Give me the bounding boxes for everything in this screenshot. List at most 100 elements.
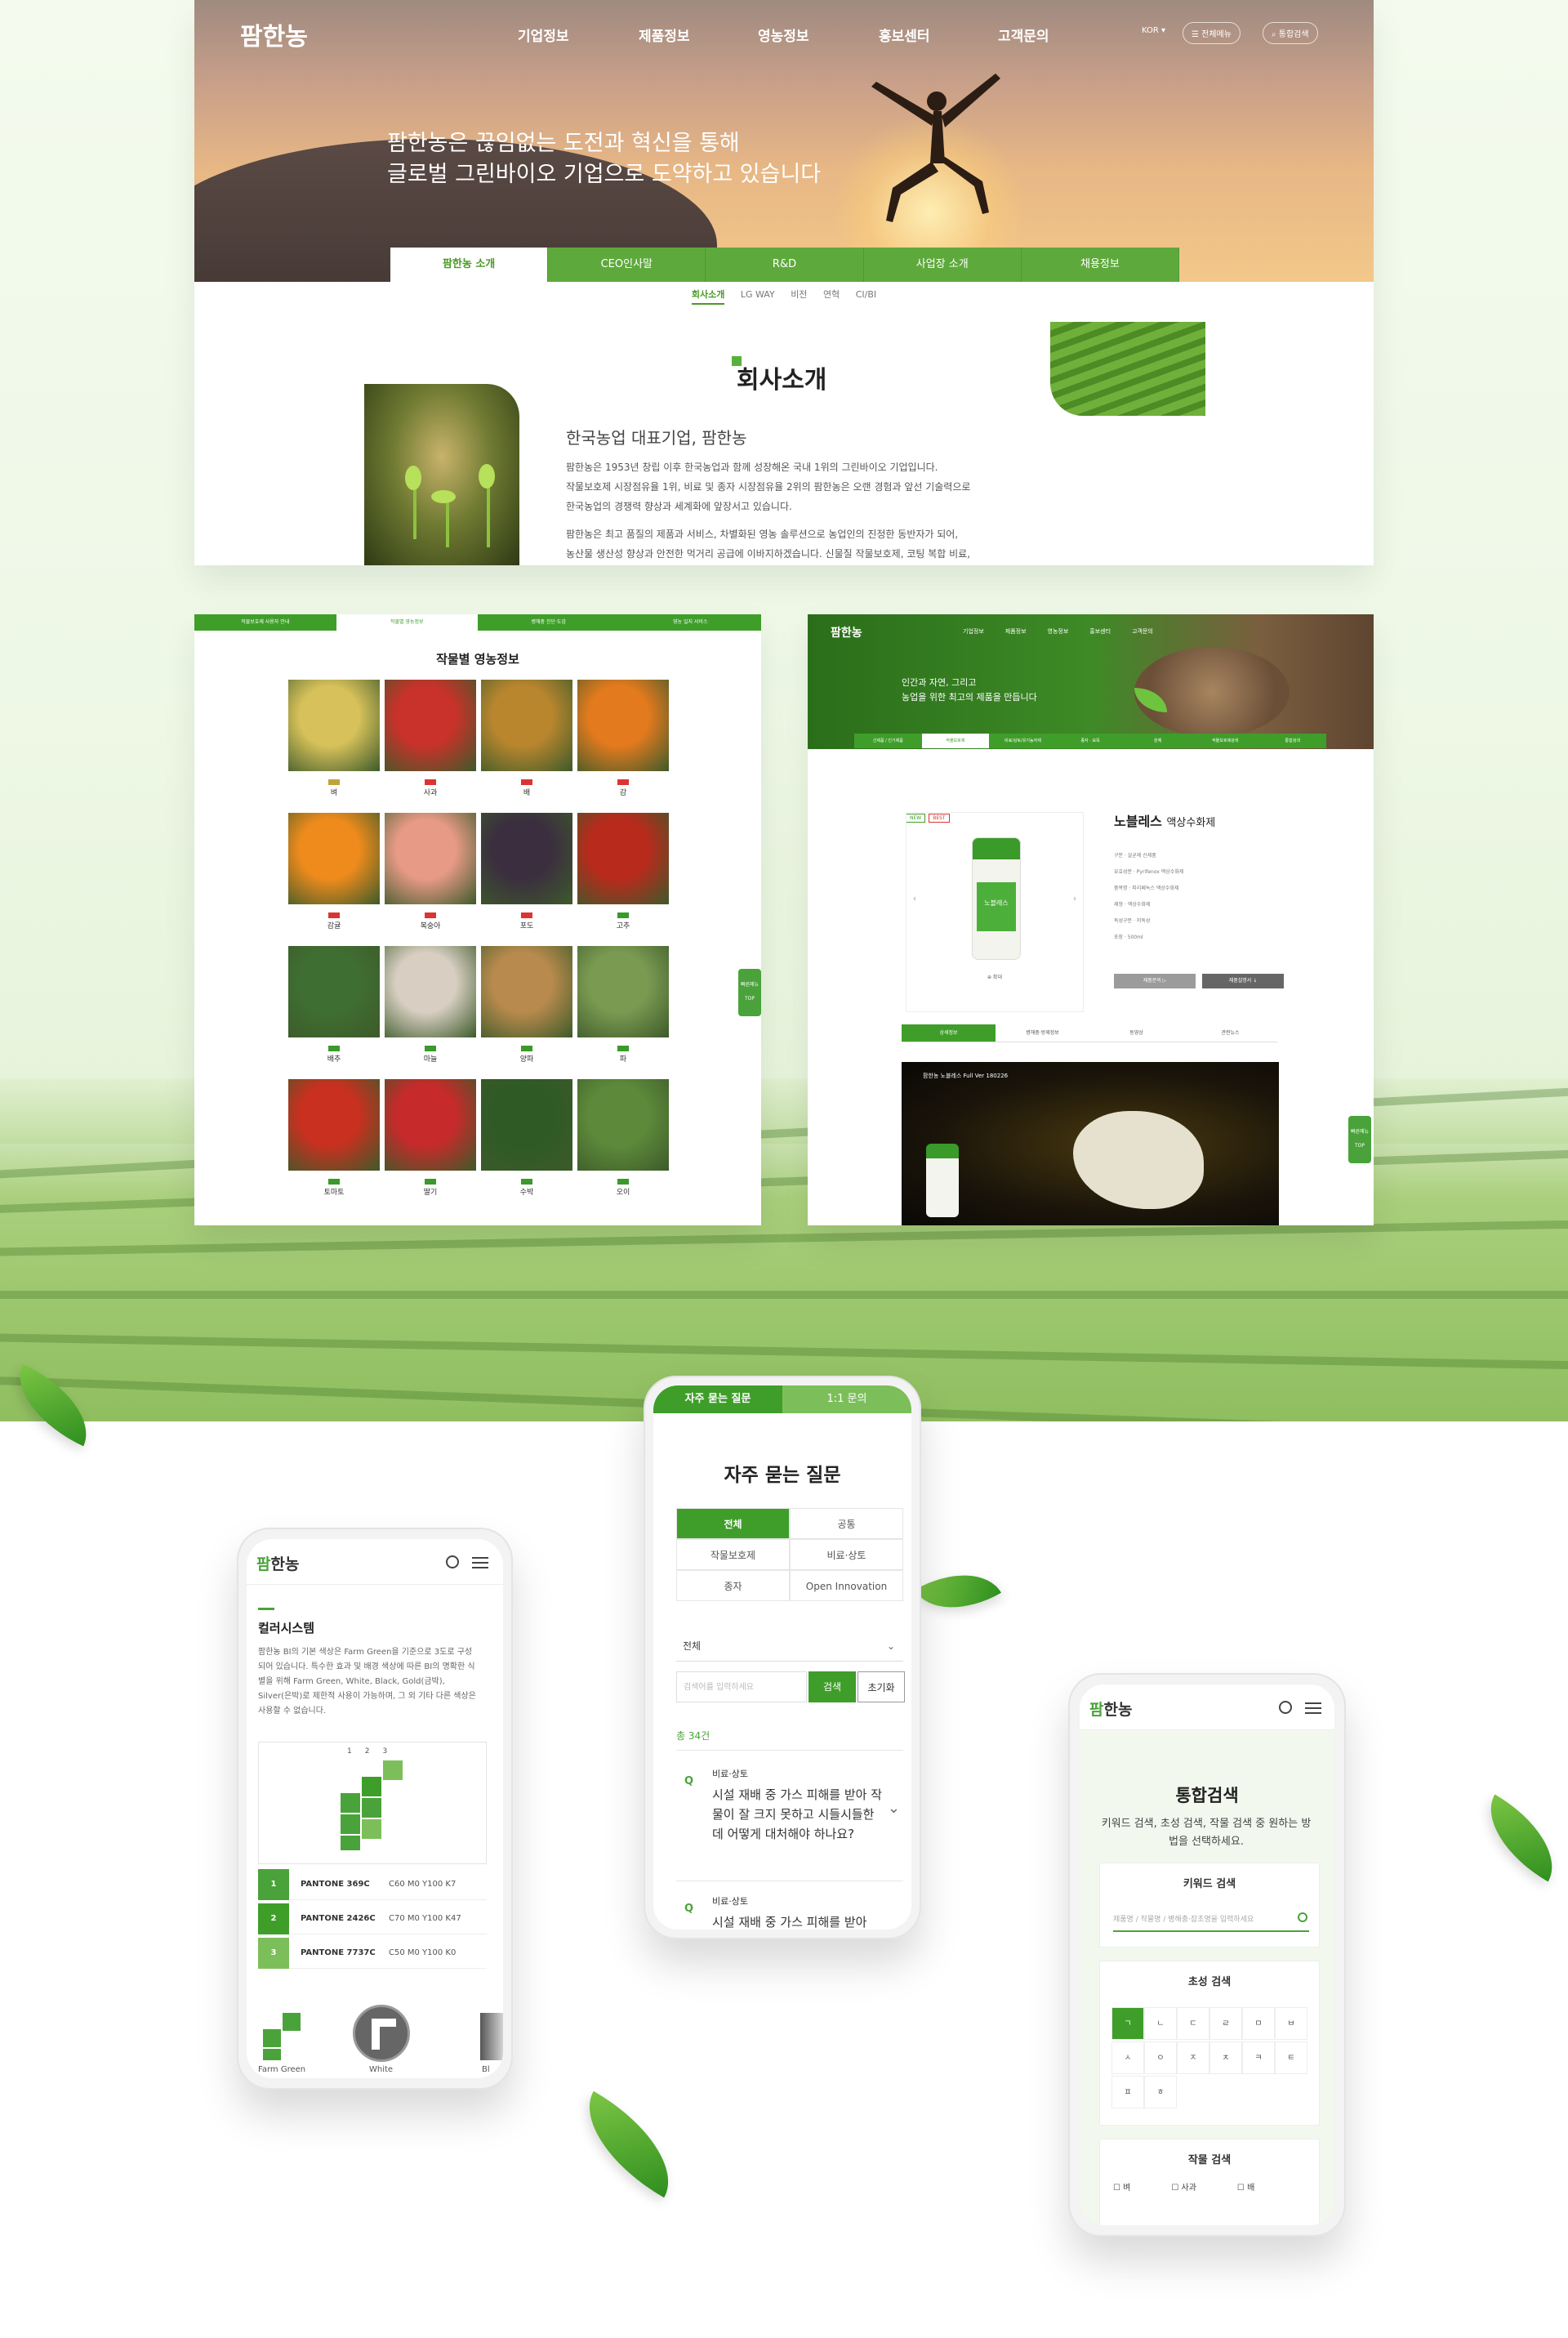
crop-item[interactable]: 감귤 (288, 813, 380, 930)
global-search-button[interactable]: ⌕ 통합검색 (1263, 22, 1318, 44)
nav-item-company[interactable]: 기업정보 (963, 627, 984, 636)
tab-seeds[interactable]: 종자 · 묘목 (1057, 734, 1125, 748)
category-open-innovation[interactable]: Open Innovation (790, 1570, 903, 1601)
initial-key[interactable]: ㅎ (1144, 2076, 1177, 2108)
tab-pest-diagnosis[interactable]: 병해충 진단·도감 (478, 614, 620, 631)
language-select[interactable]: KOR ▾ (1134, 22, 1174, 39)
nav-item-company[interactable]: 기업정보 (518, 25, 569, 45)
tab-pest-control[interactable]: 병해충·방제정보 (996, 1024, 1089, 1042)
crop-item[interactable]: 양파 (481, 946, 572, 1064)
crop-item[interactable]: 포도 (481, 813, 572, 930)
nav-item-farming[interactable]: 영농정보 (1048, 627, 1069, 636)
crop-item[interactable]: 수박 (481, 1079, 572, 1197)
tab-crop-protection[interactable]: 작물보호제 (921, 734, 990, 748)
tab-rnd[interactable]: R&D (706, 248, 864, 282)
crop-item[interactable]: 고추 (577, 813, 669, 930)
subnav-lgway[interactable]: LG WAY (741, 289, 775, 300)
tab-faq[interactable]: 자주 묻는 질문 (653, 1385, 782, 1413)
initial-key[interactable]: ㄷ (1177, 2007, 1209, 2040)
chevron-down-icon[interactable]: ⌄ (888, 1800, 900, 1817)
initial-key[interactable]: ㅁ (1242, 2007, 1275, 2040)
crop-item[interactable]: 벼 (288, 680, 380, 797)
tab-protection-search[interactable]: 작물보호제검색 (1192, 734, 1259, 748)
search-icon[interactable] (1279, 1701, 1292, 1714)
tab-crop-info[interactable]: 작물별 영농정보 (336, 614, 478, 631)
tab-farm-diary[interactable]: 영농 일지 서비스 (620, 614, 762, 631)
initial-key[interactable]: ㅇ (1144, 2041, 1177, 2074)
product-inquiry-button[interactable]: 제품문의 ▷ (1114, 974, 1196, 988)
site-logo-small[interactable]: 팜한농 (831, 624, 862, 640)
subnav-vision[interactable]: 비전 (791, 289, 807, 300)
initial-key[interactable]: ㄹ (1209, 2007, 1242, 2040)
faq-search-button[interactable]: 검색 (808, 1671, 856, 1702)
nav-item-support[interactable]: 고객문의 (1132, 627, 1153, 636)
site-logo[interactable]: 팜한농 (1089, 1698, 1132, 1720)
crop-item[interactable]: 배추 (288, 946, 380, 1064)
crop-item[interactable]: 복숭아 (385, 813, 476, 930)
tab-detail[interactable]: 상세정보 (902, 1024, 996, 1042)
tab-sites[interactable]: 사업장 소개 (863, 248, 1022, 282)
search-icon[interactable] (1298, 1912, 1307, 1922)
tab-total-search[interactable]: 통합검색 (1258, 734, 1326, 748)
crop-checkbox[interactable]: ☐ 사과 (1171, 2180, 1196, 2193)
category-common[interactable]: 공통 (790, 1508, 903, 1539)
tab-ceo[interactable]: CEO인사말 (548, 248, 706, 282)
crop-item[interactable]: 사과 (385, 680, 476, 797)
quick-menu-button[interactable]: 빠른메뉴 TOP (1348, 1116, 1371, 1163)
tab-one-on-one[interactable]: 1:1 문의 (782, 1385, 911, 1413)
nav-item-pr[interactable]: 홍보센터 (1089, 627, 1111, 636)
menu-icon[interactable] (1305, 1702, 1321, 1714)
initial-key[interactable]: ㄴ (1144, 2007, 1177, 2040)
crop-item[interactable]: 딸기 (385, 1079, 476, 1197)
nav-item-products[interactable]: 제품정보 (1005, 627, 1027, 636)
zoom-button[interactable]: ⊕ 확대 (906, 973, 1083, 980)
subnav-history[interactable]: 연혁 (823, 289, 840, 300)
faq-search-input[interactable]: 검색어를 입력하세요 (676, 1671, 807, 1702)
category-all[interactable]: 전체 (676, 1508, 790, 1539)
faq-reset-button[interactable]: 초기화 (858, 1671, 905, 1702)
nav-item-support[interactable]: 고객문의 (998, 25, 1049, 45)
prev-arrow-icon[interactable]: ‹ (913, 895, 916, 904)
tab-careers[interactable]: 채용정보 (1021, 248, 1180, 282)
tab-about[interactable]: 팜한농 소개 (390, 248, 549, 282)
product-video-player[interactable]: 팜한농 노블레스 Full Ver 180226 (902, 1062, 1279, 1225)
initial-key[interactable]: ㅊ (1209, 2041, 1242, 2074)
crop-item[interactable]: 배 (481, 680, 572, 797)
initial-key[interactable]: ㅌ (1275, 2041, 1307, 2074)
initial-key[interactable]: ㅅ (1111, 2041, 1144, 2074)
nav-item-farming[interactable]: 영농정보 (758, 25, 809, 45)
tab-garden[interactable]: 원예 (1124, 734, 1192, 748)
tab-fertilizer[interactable]: 비료/상토/유기농자재 (989, 734, 1057, 748)
initial-key[interactable]: ㄱ (1111, 2007, 1144, 2040)
nav-item-products[interactable]: 제품정보 (639, 25, 690, 45)
faq-item[interactable]: Q 비료·상토 시설 재배 중 가스 피해를 받아 (676, 1881, 903, 1930)
category-fertilizer[interactable]: 비료·상토 (790, 1539, 903, 1570)
all-menu-button[interactable]: ☰ 전체메뉴 (1183, 22, 1241, 44)
nav-item-pr[interactable]: 홍보센터 (879, 25, 930, 45)
menu-icon[interactable] (472, 1557, 488, 1568)
category-seeds[interactable]: 종자 (676, 1570, 790, 1601)
crop-checkbox[interactable]: ☐ 벼 (1113, 2180, 1130, 2193)
tab-crop-guide[interactable]: 작물보호제 사용자 안내 (194, 614, 336, 631)
tab-news[interactable]: 관련뉴스 (1183, 1024, 1277, 1042)
site-logo[interactable]: 팜한농 (240, 16, 308, 52)
subnav-cibi[interactable]: CI/BI (856, 289, 876, 300)
quick-menu-button[interactable]: 빠른메뉴 TOP (738, 969, 761, 1016)
initial-key[interactable]: ㅂ (1275, 2007, 1307, 2040)
crop-item[interactable]: 파 (577, 946, 669, 1064)
tab-new[interactable]: 신제품 / 인기제품 (854, 734, 922, 748)
subnav-intro[interactable]: 회사소개 (691, 289, 725, 305)
faq-item[interactable]: Q 비료·상토 시설 재배 중 가스 피해를 받아 작물이 잘 크지 못하고 시… (676, 1750, 903, 1881)
keyword-search-input[interactable]: 제품명 / 작물명 / 병해충·잡초명을 입력하세요 (1113, 1907, 1309, 1932)
crop-item[interactable]: 오이 (577, 1079, 669, 1197)
crop-item[interactable]: 토마토 (288, 1079, 380, 1197)
search-icon[interactable] (446, 1555, 459, 1568)
crop-checkbox[interactable]: ☐ 배 (1237, 2180, 1254, 2193)
initial-key[interactable]: ㅋ (1242, 2041, 1275, 2074)
initial-key[interactable]: ㅍ (1111, 2076, 1144, 2108)
next-arrow-icon[interactable]: › (1073, 895, 1076, 904)
site-logo[interactable]: 팜한농 (256, 1552, 299, 1574)
tab-video[interactable]: 동영상 (1089, 1024, 1183, 1042)
initial-key[interactable]: ㅈ (1177, 2041, 1209, 2074)
crop-item[interactable]: 감 (577, 680, 669, 797)
